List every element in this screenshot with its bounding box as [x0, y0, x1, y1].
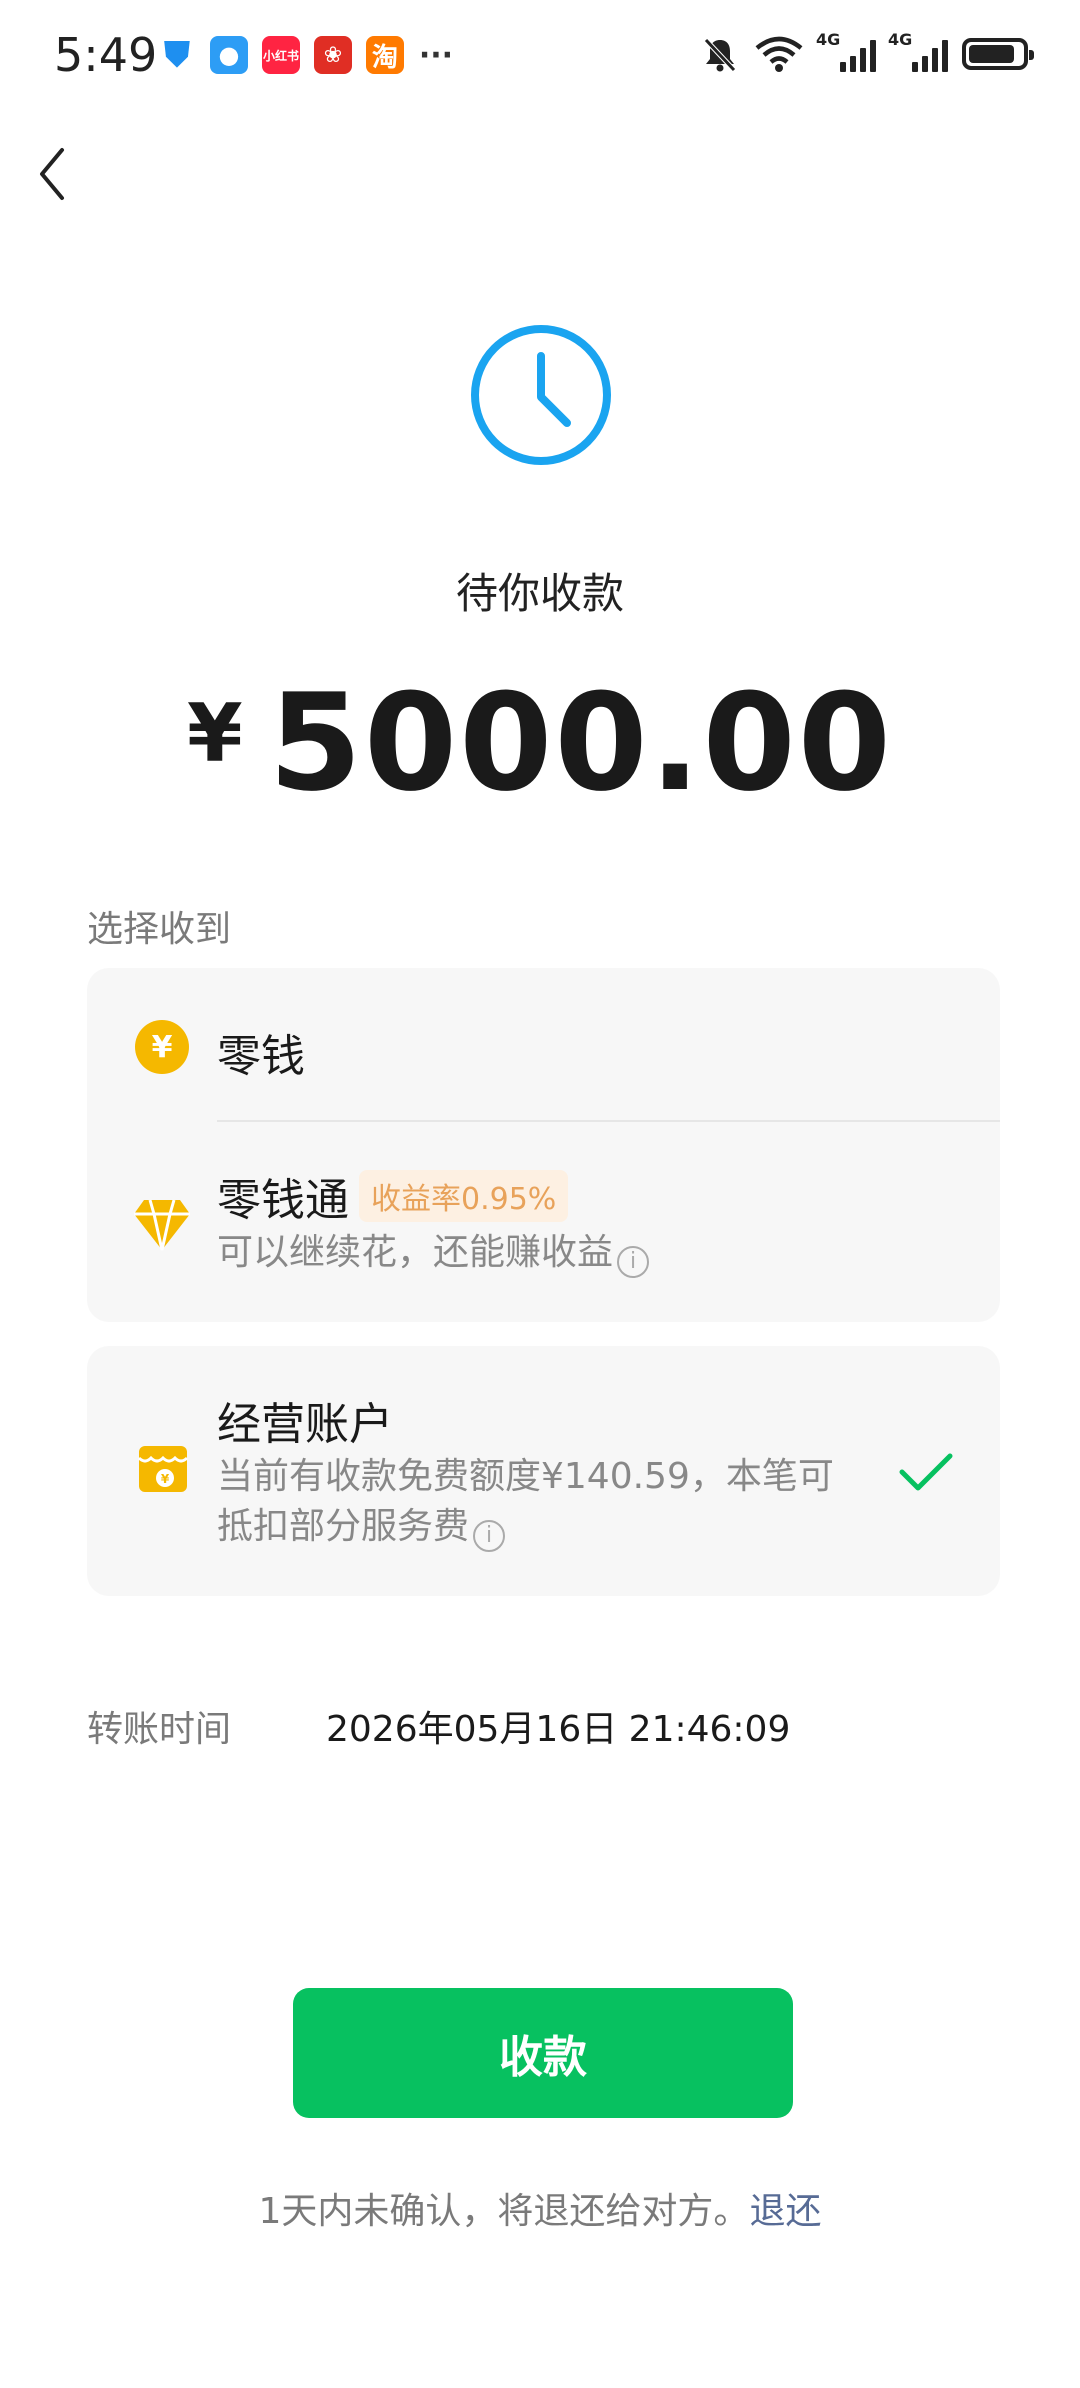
option-business-account[interactable]: ¥ 经营账户 当前有收款免费额度¥140.59，本笔可 抵扣部分服务费 i: [87, 1346, 1000, 1596]
pinduoduo-icon: ❀: [314, 36, 352, 74]
more-notifications-icon: ···: [418, 37, 454, 73]
diamond-icon: [134, 1199, 190, 1251]
battery-icon: [962, 38, 1034, 70]
xiaohongshu-icon: 小红书: [262, 36, 300, 74]
back-chevron-icon[interactable]: [30, 140, 90, 210]
notification-icons: ⛊ ● 小红书 ❀ 淘 ···: [158, 35, 454, 75]
shield-icon: ⛊: [164, 35, 190, 75]
section-label-receive-to: 选择收到: [87, 909, 232, 950]
page-title: 待你收款: [455, 569, 624, 618]
refund-link[interactable]: 退还: [749, 2191, 821, 2232]
option-change-title: 零钱: [217, 1031, 305, 1082]
signal-icon-2: 4G: [888, 30, 948, 72]
accept-payment-button[interactable]: 收款: [293, 1988, 793, 2118]
transfer-time-label: 转账时间: [87, 1709, 232, 1750]
checkmark-icon: [899, 1453, 953, 1491]
svg-text:¥: ¥: [161, 1472, 170, 1486]
option-business-subtitle: 当前有收款免费额度¥140.59，本笔可 抵扣部分服务费 i: [217, 1452, 867, 1552]
signal-icon-1: 4G: [816, 30, 876, 72]
status-time: 5:49: [54, 28, 158, 82]
option-business-line1: 当前有收款免费额度¥140.59，本笔可: [217, 1456, 834, 1497]
option-change-plus-title: 零钱通: [217, 1175, 349, 1226]
system-icons: 4G 4G: [700, 30, 1034, 74]
option-business-line2: 抵扣部分服务费: [217, 1506, 470, 1547]
option-change-plus-subtitle-row: 可以继续花，还能赚收益 i: [217, 1228, 650, 1278]
info-icon[interactable]: i: [473, 1520, 506, 1552]
amount-value: 5000.00: [268, 665, 893, 821]
taobao-icon: 淘: [366, 36, 404, 74]
mute-bell-icon: [704, 38, 736, 72]
currency-symbol: ¥: [187, 687, 243, 780]
status-bar: 5:49 ⛊ ● 小红书 ❀ 淘 ··· 4G 4G: [0, 0, 1080, 110]
network-label-1: 4G: [816, 30, 841, 49]
footer-note-text: 1天内未确认，将退还给对方。: [258, 2191, 750, 2232]
transfer-time-value: 2026年05月16日 21:46:09: [326, 1709, 791, 1750]
transfer-receive-page: 5:49 ⛊ ● 小红书 ❀ 淘 ··· 4G 4G 待你收款 ¥ 5000.0…: [0, 0, 1080, 2388]
clock-icon: [471, 325, 611, 465]
option-business-title: 经营账户: [217, 1399, 393, 1450]
divider: [217, 1120, 1000, 1122]
footer-note: 1天内未确认，将退还给对方。退还: [0, 2182, 1080, 2234]
coin-icon: ¥: [135, 1020, 189, 1074]
wifi-icon: [755, 36, 803, 72]
option-business-line2-row: 抵扣部分服务费 i: [217, 1502, 867, 1552]
option-change-plus-subtitle: 可以继续花，还能赚收益: [217, 1232, 614, 1273]
shop-icon: ¥: [137, 1446, 189, 1492]
balance-options-card: ¥ 零钱 零钱通 收益率0.95% 可以继续花，还能赚收益 i: [87, 968, 1000, 1322]
yield-rate-badge: 收益率0.95%: [359, 1170, 569, 1222]
transfer-amount: ¥5000.00: [0, 665, 1080, 821]
option-change-plus-title-row: 零钱通 收益率0.95%: [217, 1164, 569, 1228]
network-label-2: 4G: [888, 30, 913, 49]
battery-level: [969, 45, 1015, 63]
chat-icon: ●: [210, 36, 248, 74]
info-icon[interactable]: i: [617, 1246, 650, 1278]
